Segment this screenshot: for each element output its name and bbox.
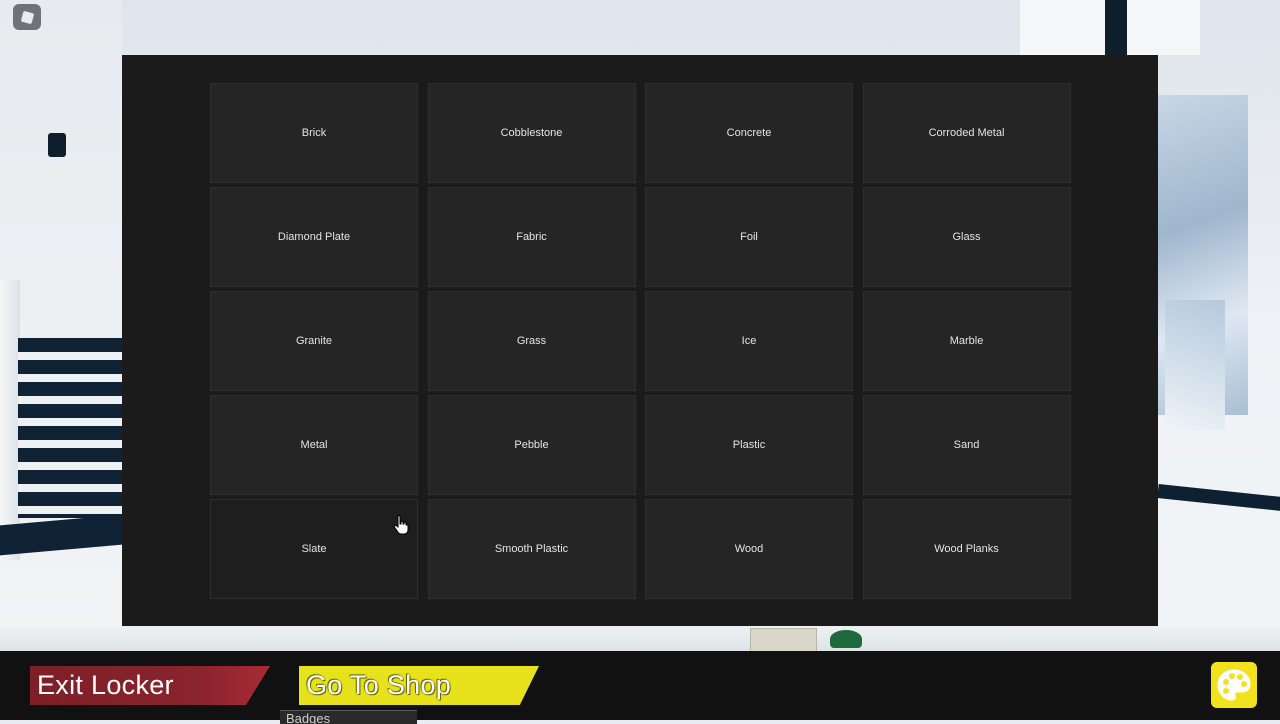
- roblox-menu-button[interactable]: [13, 4, 41, 30]
- material-label: Glass: [952, 231, 981, 243]
- material-label: Grass: [516, 335, 547, 347]
- material-label: Marble: [949, 335, 984, 347]
- go-to-shop-label: Go To Shop: [306, 670, 452, 700]
- material-label: Sand: [953, 439, 980, 451]
- scene-stairs: [18, 338, 122, 518]
- badges-label: Badges: [286, 711, 331, 724]
- material-tile[interactable]: Pebble: [427, 395, 636, 495]
- scene-pillar: [1105, 0, 1127, 56]
- material-tile[interactable]: Marble: [862, 291, 1071, 391]
- material-label: Cobblestone: [500, 127, 563, 139]
- scene-crystal-shard: [1165, 300, 1225, 430]
- material-label: Concrete: [726, 127, 772, 139]
- material-tile[interactable]: Glass: [862, 187, 1071, 287]
- material-label: Wood Planks: [934, 543, 999, 555]
- go-to-shop-button[interactable]: Go To Shop: [299, 666, 539, 705]
- scene-post: [0, 280, 20, 560]
- material-label: Plastic: [732, 439, 766, 451]
- material-label: Corroded Metal: [928, 127, 1005, 139]
- material-tile[interactable]: Plastic: [645, 395, 853, 495]
- material-tile[interactable]: Granite: [210, 291, 418, 391]
- scene-rail: [1157, 484, 1280, 513]
- scene-bench: [750, 628, 817, 652]
- paint-button[interactable]: [1211, 662, 1257, 708]
- material-label: Foil: [740, 231, 758, 243]
- scene-ground: [0, 626, 1280, 651]
- material-label: Ice: [741, 335, 757, 347]
- material-tile[interactable]: Grass: [427, 291, 636, 391]
- material-label: Slate: [301, 543, 327, 555]
- material-label: Brick: [301, 127, 327, 139]
- roblox-logo-icon: [20, 10, 34, 24]
- material-label: Granite: [295, 335, 333, 347]
- material-panel: Brick Cobblestone Concrete Corroded Metal Di…: [122, 55, 1158, 626]
- material-tile[interactable]: Metal: [210, 395, 418, 495]
- material-tile[interactable]: Fabric: [427, 187, 636, 287]
- material-tile[interactable]: Corroded Metal: [862, 83, 1071, 183]
- scene-lamp: [48, 133, 66, 157]
- material-label: Diamond Plate: [277, 231, 351, 243]
- material-tile[interactable]: Slate: [210, 499, 418, 599]
- material-label: Smooth Plastic: [494, 543, 569, 555]
- material-tile[interactable]: Ice: [645, 291, 853, 391]
- exit-locker-button[interactable]: Exit Locker: [30, 666, 270, 705]
- scene-jar: [830, 630, 862, 648]
- material-tile[interactable]: Wood: [645, 499, 853, 599]
- material-label: Fabric: [516, 231, 547, 243]
- badges-tab[interactable]: Badges: [280, 710, 417, 724]
- material-label: Metal: [300, 439, 328, 451]
- material-grid: Brick Cobblestone Concrete Corroded Metal Di…: [210, 83, 1071, 599]
- material-label: Wood: [734, 543, 764, 555]
- exit-locker-label: Exit Locker: [37, 670, 174, 700]
- palette-icon: [1217, 669, 1251, 701]
- material-tile[interactable]: Diamond Plate: [210, 187, 418, 287]
- material-label: Pebble: [514, 439, 549, 451]
- material-tile[interactable]: Cobblestone: [427, 83, 636, 183]
- material-tile[interactable]: Brick: [210, 83, 418, 183]
- material-tile[interactable]: Smooth Plastic: [427, 499, 636, 599]
- material-tile[interactable]: Foil: [645, 187, 853, 287]
- material-tile[interactable]: Sand: [862, 395, 1071, 495]
- material-tile[interactable]: Concrete: [645, 83, 853, 183]
- hand-cursor-icon: [393, 515, 409, 535]
- material-tile[interactable]: Wood Planks: [862, 499, 1071, 599]
